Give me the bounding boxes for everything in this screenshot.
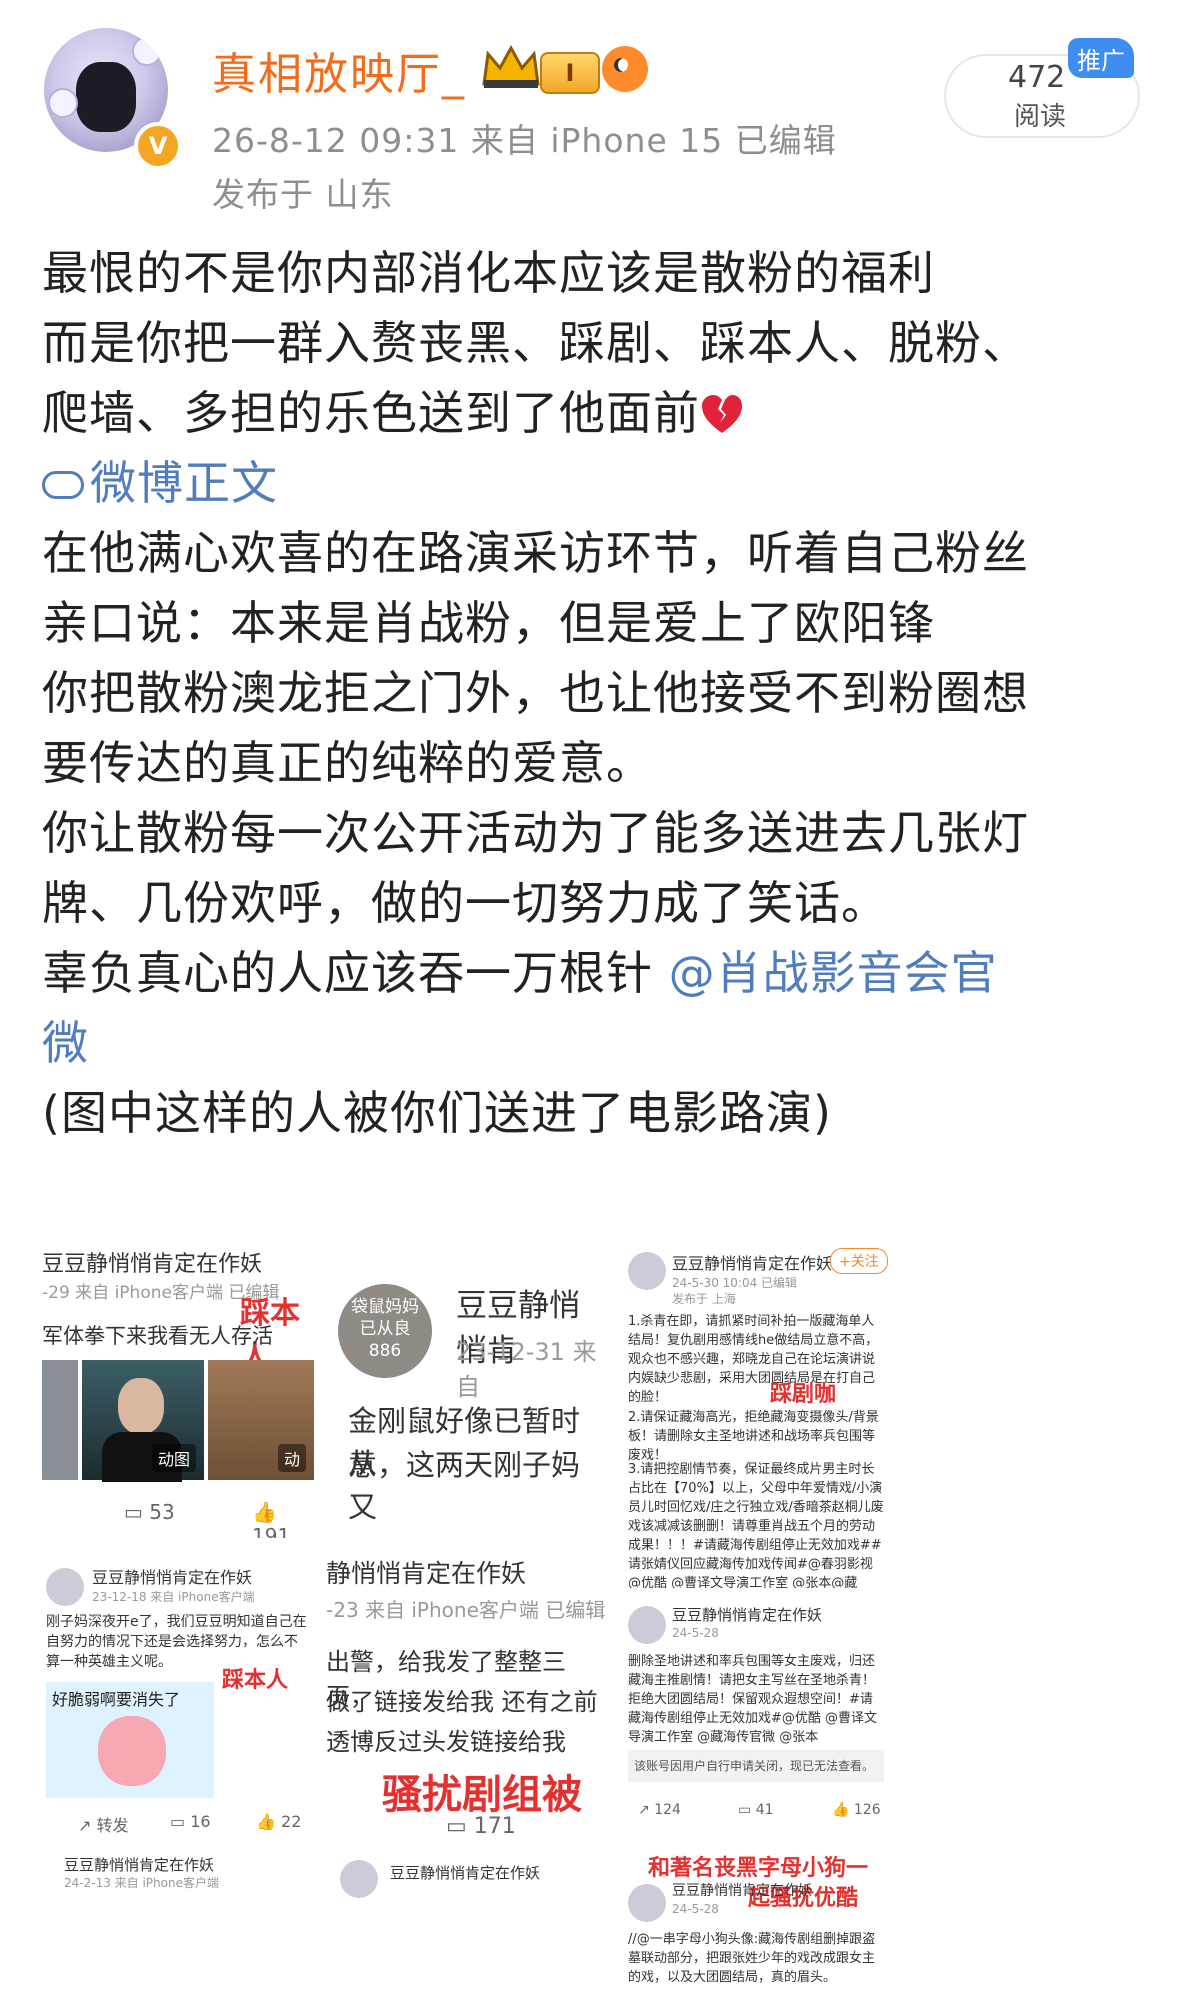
body-line: 牌、几份欢呼，做的一切努力成了笑话。 bbox=[42, 876, 888, 930]
image-6-meta: 24-5-28 bbox=[672, 1626, 719, 1640]
crown-icon bbox=[482, 44, 540, 88]
image-4-likes: 👍 22 bbox=[256, 1812, 302, 1831]
fan-badge-icon bbox=[602, 46, 648, 92]
image-3-loc: 发布于 上海 bbox=[672, 1292, 736, 1306]
image-3-note: 踩剧咖 bbox=[770, 1382, 837, 1407]
image-7[interactable]: 和著名丧黑字母小狗一 起骚扰优酷 豆豆静悄悄肯定在作妖 24-5-28 //@一… bbox=[618, 1850, 894, 2000]
image-8-meta: 24-2-13 来自 iPhone客户端 bbox=[64, 1876, 219, 1890]
image-1-photo-b: 动图 bbox=[82, 1360, 204, 1482]
image-5[interactable]: 静悄悄肯定在作妖 -23 来自 iPhone客户端 已编辑 出警，给我发了整整三… bbox=[326, 1550, 606, 1840]
mention-link[interactable]: @肖战影音会官 bbox=[669, 946, 998, 1000]
image-5-note: 骚扰剧组被 bbox=[382, 1772, 582, 1818]
post-header: V 真相放映厅_ I 26-8-12 09:31 来自 iPhone 15 已编… bbox=[0, 0, 1179, 220]
image-5-l2: 做了链接发给我 还有之前 bbox=[326, 1688, 598, 1716]
username[interactable]: 真相放映厅_ bbox=[212, 38, 466, 102]
mention-link-cont[interactable]: 微 bbox=[42, 1008, 1152, 1078]
image-2-avatar: 袋鼠妈妈 已从良 886 bbox=[338, 1284, 432, 1378]
image-3-p2: 2.请保证藏海高光，拒绝藏海变摄像头/背景板！请删除女主圣地讲述和战场率兵包围等… bbox=[628, 1410, 879, 1463]
image-4-avatar bbox=[46, 1568, 84, 1606]
image-7-avatar bbox=[628, 1884, 666, 1922]
avatar[interactable]: V bbox=[36, 18, 182, 170]
weibo-text-link-label: 微博正文 bbox=[90, 456, 278, 510]
image-6-avatar bbox=[628, 1606, 666, 1644]
gif-tag: 动图 bbox=[151, 1444, 196, 1472]
image-2[interactable]: 袋鼠妈妈 已从良 886 豆豆静悄悄肯 23-12-31 来自 金刚鼠好像已暂时… bbox=[326, 1228, 606, 1538]
image-7-user: 豆豆静悄悄肯定在作妖 bbox=[672, 1883, 812, 1899]
image-4-note: 踩本人 bbox=[222, 1668, 289, 1693]
image-5-user: 静悄悄肯定在作妖 bbox=[326, 1559, 527, 1588]
body-line: 要传达的真正的纯粹的爱意。 bbox=[42, 736, 653, 790]
image-3[interactable]: 豆豆静悄悄肯定在作妖 +关注 24-5-30 10:04 已编辑 发布于 上海 … bbox=[618, 1228, 894, 1588]
image-6-reposts: ↗ 124 bbox=[638, 1802, 681, 1818]
image-6[interactable]: 豆豆静悄悄肯定在作妖 24-5-28 删除圣地讲述和率兵包围等女主废戏，归还藏海… bbox=[618, 1598, 894, 1840]
image-1-text: 军体拳下来我看无人存活 bbox=[42, 1324, 273, 1348]
image-9[interactable]: 豆豆静悄悄肯定在作妖 bbox=[326, 1850, 606, 2000]
image-1-comments: ▭ 53 bbox=[124, 1500, 175, 1524]
level-badge: I bbox=[540, 52, 600, 94]
image-9-user: 豆豆静悄悄肯定在作妖 bbox=[390, 1864, 541, 1882]
image-2-date: 23-12-31 来自 bbox=[456, 1338, 597, 1401]
image-1-photo-c: 动 bbox=[208, 1360, 314, 1480]
body-line: 辜负真心的人应该吞一万根针 @肖战影音会官 bbox=[42, 938, 1152, 1008]
image-grid: 豆豆静悄悄肯定在作妖 -29 来自 iPhone客户端 已编辑 踩本人 军体拳下… bbox=[42, 1228, 1142, 2006]
image-3-p1: 1.杀青在即，请抓紧时间补拍一版藏海单人结局！复仇剧用感情线he做结局立意不高，… bbox=[628, 1314, 879, 1405]
weibo-text-link[interactable]: 微博正文 bbox=[42, 448, 1152, 518]
body-line: 你把散粉澳龙拒之门外，也让他接受不到粉圈想 bbox=[42, 666, 1029, 720]
post-body: 最恨的不是你内部消化本应该是散粉的福利 而是你把一群入赘丧黑、踩剧、踩本人、脱粉… bbox=[42, 238, 1152, 1148]
image-7-note1: 和著名丧黑字母小狗一 bbox=[648, 1856, 869, 1881]
read-label: 阅读 bbox=[1014, 102, 1067, 132]
post-meta: 26-8-12 09:31 来自 iPhone 15 已编辑 bbox=[212, 121, 837, 160]
follow-button[interactable]: +关注 bbox=[830, 1248, 888, 1274]
body-line: 而是你把一群入赘丧黑、踩剧、踩本人、脱粉、 bbox=[42, 316, 1029, 370]
image-3-user: 豆豆静悄悄肯定在作妖 bbox=[672, 1254, 833, 1273]
image-4-meta: 23-12-18 来自 iPhone客户端 bbox=[92, 1590, 255, 1604]
verified-badge-icon: V bbox=[134, 122, 182, 170]
image-1[interactable]: 豆豆静悄悄肯定在作妖 -29 来自 iPhone客户端 已编辑 踩本人 军体拳下… bbox=[42, 1228, 314, 1538]
image-8-user: 豆豆静悄悄肯定在作妖 bbox=[64, 1856, 215, 1874]
body-line: 爬墙、多担的乐色送到了他面前 bbox=[42, 378, 1152, 448]
body-line-text: 辜负真心的人应该吞一万根针 bbox=[42, 946, 669, 1000]
image-7-meta: 24-5-28 bbox=[672, 1902, 719, 1916]
body-line-text: 爬墙、多担的乐色送到了他面前 bbox=[42, 386, 700, 440]
image-6-comments: ▭ 41 bbox=[738, 1802, 774, 1818]
image-4-user: 豆豆静悄悄肯定在作妖 bbox=[92, 1568, 253, 1587]
read-count: 472 bbox=[1008, 60, 1066, 95]
promo-badge[interactable]: 推广 bbox=[1068, 38, 1134, 78]
image-8[interactable]: 豆豆静悄悄肯定在作妖 24-2-13 来自 iPhone客户端 bbox=[42, 1850, 314, 2000]
image-4-meme-text: 好脆弱啊要消失了 bbox=[52, 1690, 181, 1709]
image-3-avatar bbox=[628, 1252, 666, 1290]
post-location: 发布于 山东 bbox=[212, 175, 394, 214]
image-6-user: 豆豆静悄悄肯定在作妖 bbox=[672, 1606, 823, 1624]
image-3-p3: 3.请把控剧情节奏，保证最终成片男主时长占比在【70%】以上，父母中年爱情戏/小… bbox=[628, 1462, 884, 1588]
cloud-icon bbox=[42, 471, 84, 499]
image-1-user: 豆豆静悄悄肯定在作妖 bbox=[42, 1252, 263, 1277]
image-3-meta: 24-5-30 10:04 已编辑 bbox=[672, 1276, 798, 1290]
body-line: 在他满心欢喜的在路演采访环节，听着自己粉丝 bbox=[42, 526, 1029, 580]
body-line: 最恨的不是你内部消化本应该是散粉的福利 bbox=[42, 246, 935, 300]
image-4[interactable]: 豆豆静悄悄肯定在作妖 23-12-18 来自 iPhone客户端 刚子妈深夜开e… bbox=[42, 1550, 314, 1840]
image-5-l3: 透博反过头发链接给我 bbox=[326, 1728, 566, 1756]
image-6-text: 删除圣地讲述和率兵包围等女主废戏，归还藏海主推剧情！请把女主写丝在圣地杀青！拒绝… bbox=[628, 1654, 878, 1745]
body-line: 你让散粉每一次公开活动为了能多送进去几张灯 bbox=[42, 806, 1029, 860]
image-6-closed: 该账号因用户自行申请关闭，现已无法查看。 bbox=[628, 1750, 884, 1782]
gif-tag: 动 bbox=[277, 1444, 306, 1472]
image-6-likes: 👍 126 bbox=[832, 1802, 881, 1818]
image-4-meme: 好脆弱啊要消失了 bbox=[46, 1682, 214, 1798]
image-1-likes: 👍 191 bbox=[252, 1500, 291, 1538]
image-9-avatar bbox=[340, 1860, 378, 1898]
body-line: 亲口说：本来是肖战粉，但是爱上了欧阳锋 bbox=[42, 596, 935, 650]
image-7-text: //@一串字母小狗头像:藏海传剧组删掉跟盗墓联动部分，把跟张姓少年的戏改成跟女主… bbox=[628, 1932, 876, 1985]
body-line: (图中这样的人被你们送进了电影路演) bbox=[42, 1086, 832, 1140]
image-5-meta: -23 来自 iPhone客户端 已编辑 bbox=[326, 1598, 606, 1622]
image-5-comments: ▭ 171 bbox=[446, 1814, 516, 1839]
broken-heart-icon bbox=[702, 395, 742, 433]
image-1-photo-a bbox=[42, 1360, 78, 1480]
image-4-comments: ▭ 16 bbox=[170, 1812, 211, 1831]
image-2-text2: 意，这两天刚子妈又 bbox=[348, 1448, 581, 1524]
repost-button[interactable]: ↗ 转发 bbox=[78, 1812, 129, 1836]
